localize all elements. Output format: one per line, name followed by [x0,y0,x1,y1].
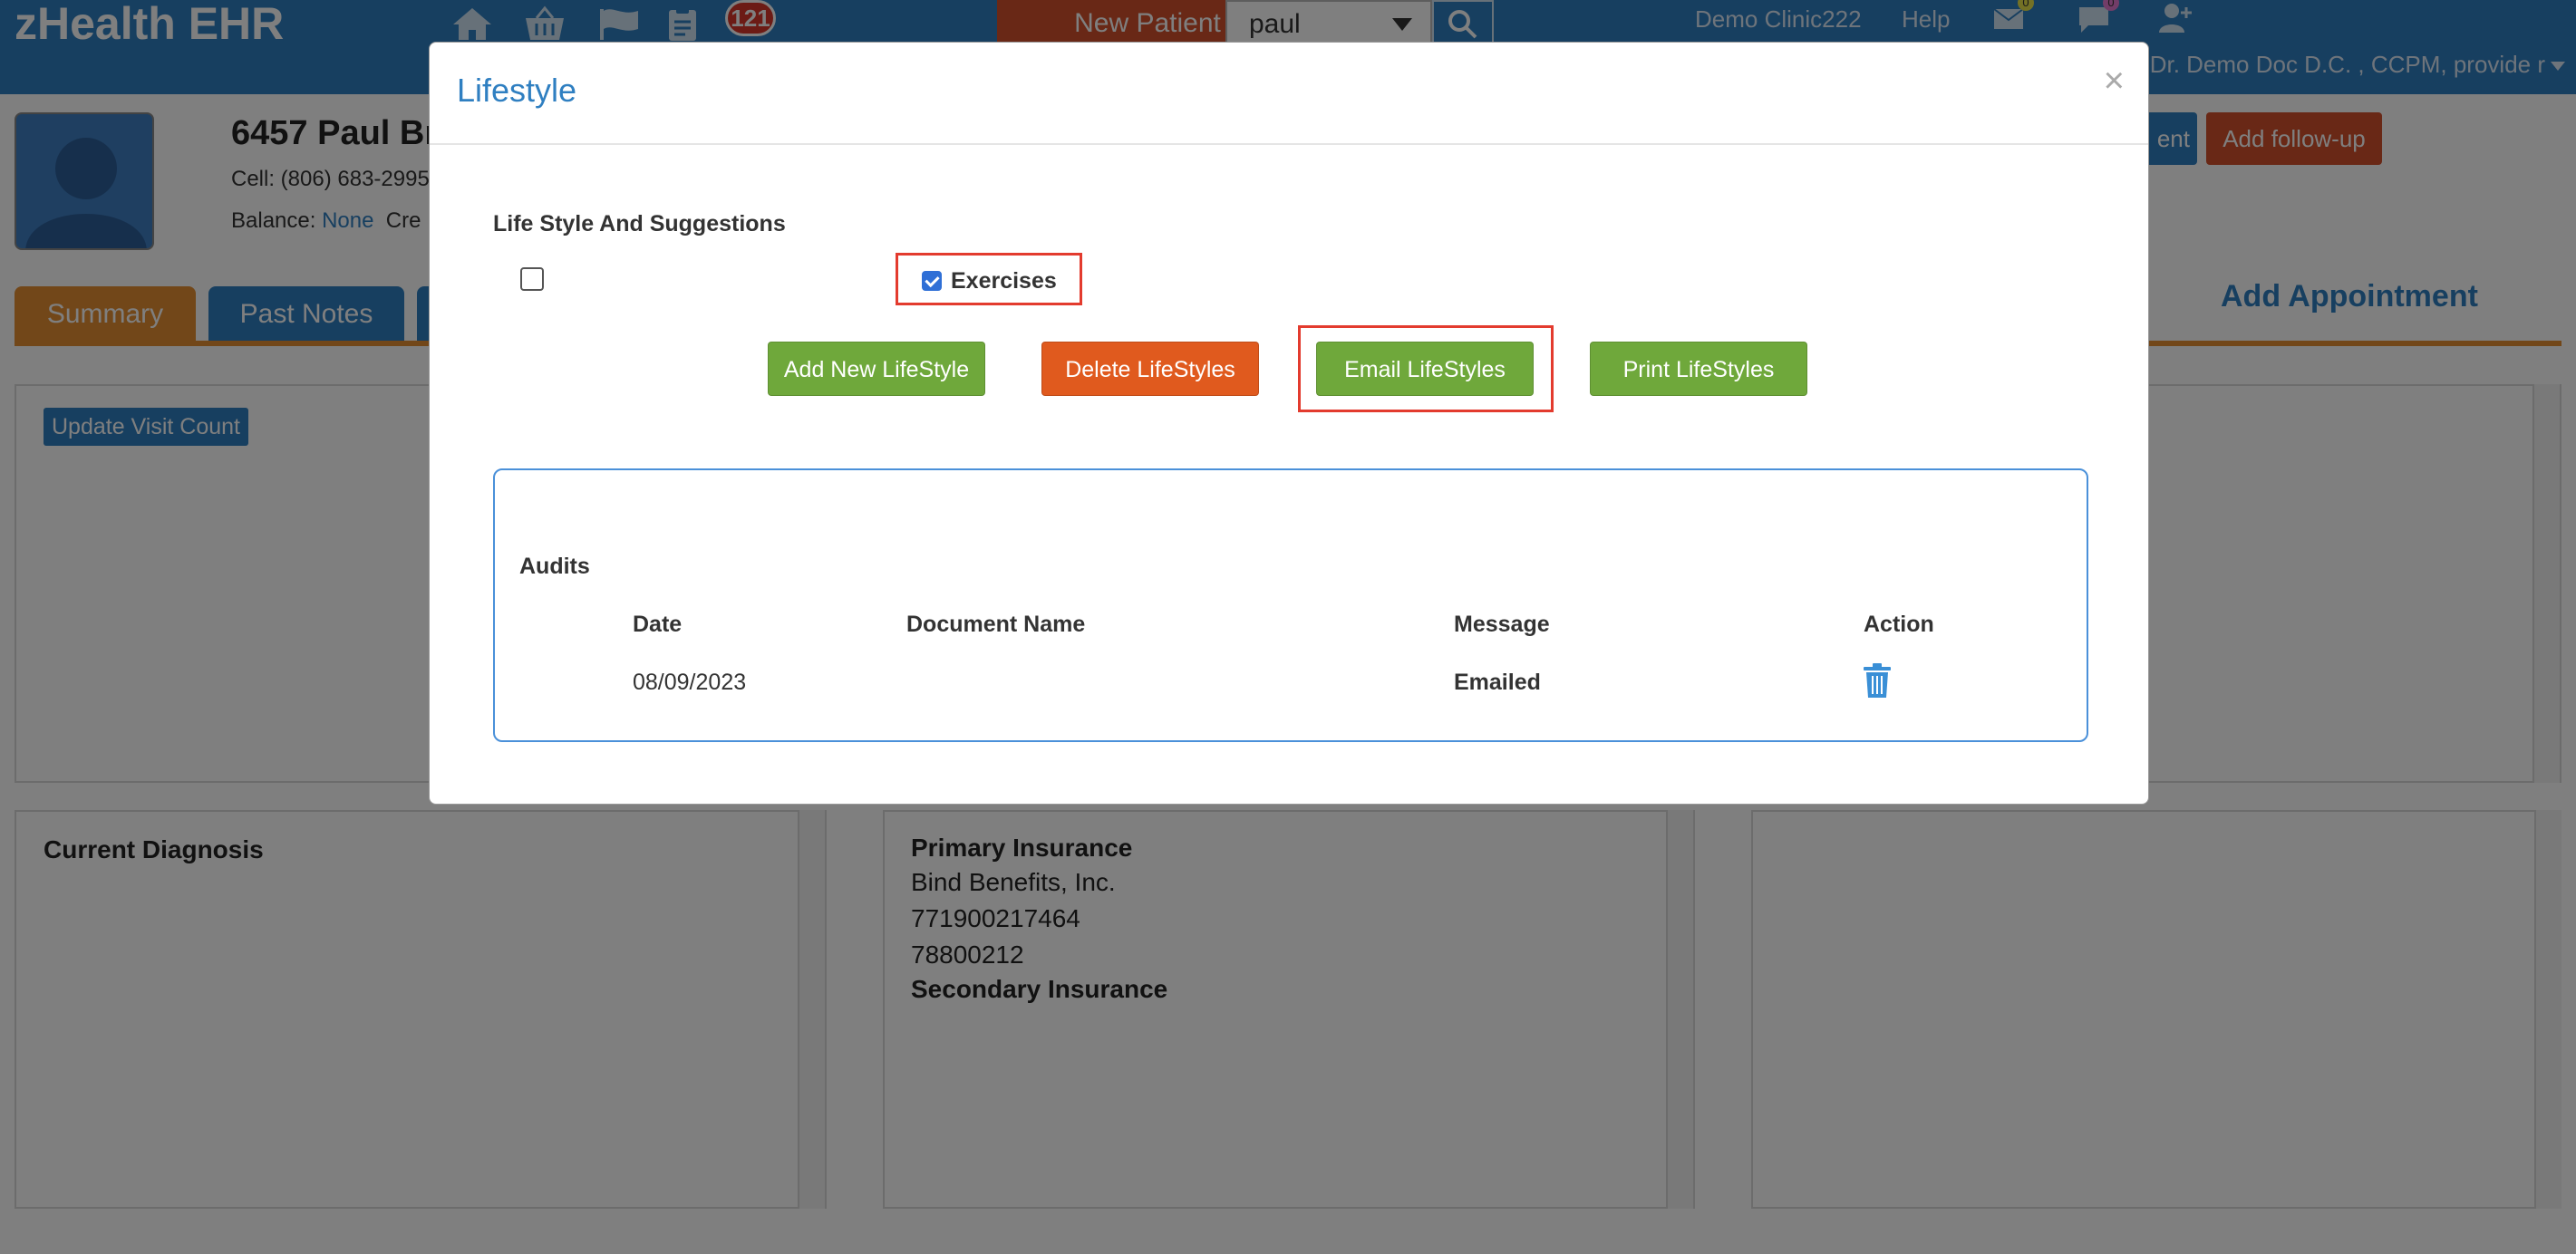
column-header-message: Message [1454,612,1550,637]
column-header-action: Action [1864,612,1934,637]
column-header-document-name: Document Name [906,612,1086,637]
close-icon[interactable]: × [2104,63,2125,99]
audits-title: Audits [519,554,590,579]
exercises-checkbox-label[interactable]: Exercises [951,268,1057,294]
lifestyle-section-label: Life Style And Suggestions [493,211,786,236]
print-lifestyles-button[interactable]: Print LifeStyles [1590,342,1807,396]
add-new-lifestyle-button[interactable]: Add New LifeStyle [768,342,985,396]
modal-divider [430,143,2148,145]
audits-panel: Audits Date Document Name Message Action… [493,468,2088,742]
audit-date: 08/09/2023 [633,670,747,695]
email-lifestyles-button[interactable]: Email LifeStyles [1316,342,1534,396]
lifestyle-modal: Lifestyle × Life Style And Suggestions E… [429,42,2149,805]
trash-icon[interactable] [1862,662,1893,699]
delete-lifestyles-button[interactable]: Delete LifeStyles [1041,342,1259,396]
audit-message: Emailed [1454,670,1541,695]
lifestyle-checkbox-unlabeled[interactable] [520,267,544,291]
exercises-checkbox-highlight: Exercises [896,253,1082,305]
exercises-checkbox[interactable] [922,271,942,291]
modal-title: Lifestyle [457,72,577,109]
column-header-date: Date [633,612,683,637]
